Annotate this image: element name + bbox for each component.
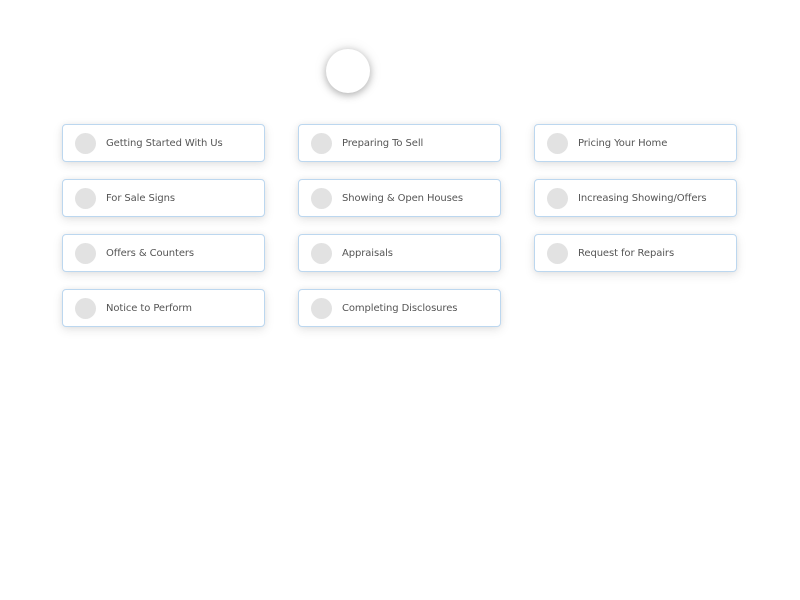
topic-dot-icon (75, 187, 96, 209)
topic-card-notice-to-perform[interactable]: Notice to Perform (62, 289, 265, 327)
topic-dot-icon (547, 132, 568, 154)
topic-label: Completing Disclosures (342, 302, 458, 314)
topic-grid: Getting Started With Us Preparing To Sel… (62, 124, 737, 327)
topic-card-completing-disclosures[interactable]: Completing Disclosures (298, 289, 501, 327)
topic-label: Request for Repairs (578, 247, 675, 259)
topic-label: Appraisals (342, 247, 393, 259)
topic-card-showing-open-houses[interactable]: Showing & Open Houses (298, 179, 501, 217)
topic-dot-icon (311, 242, 332, 264)
topic-dot-icon (547, 242, 568, 264)
topic-card-increasing-showing-offers[interactable]: Increasing Showing/Offers (534, 179, 737, 217)
topic-dot-icon (311, 132, 332, 154)
topic-dot-icon (75, 132, 96, 154)
topic-label: Pricing Your Home (578, 137, 668, 149)
topic-label: Offers & Counters (106, 247, 195, 259)
topic-label: Getting Started With Us (106, 137, 223, 149)
topic-dot-icon (547, 187, 568, 209)
topic-card-appraisals[interactable]: Appraisals (298, 234, 501, 272)
topic-dot-icon (75, 242, 96, 264)
topic-card-pricing-your-home[interactable]: Pricing Your Home (534, 124, 737, 162)
topic-card-for-sale-signs[interactable]: For Sale Signs (62, 179, 265, 217)
topic-label: For Sale Signs (106, 192, 176, 204)
page: Getting Started With Us Preparing To Sel… (0, 0, 800, 600)
topic-label: Preparing To Sell (342, 137, 424, 149)
topic-dot-icon (311, 187, 332, 209)
topic-card-offers-counters[interactable]: Offers & Counters (62, 234, 265, 272)
topic-label: Increasing Showing/Offers (578, 192, 707, 204)
topic-label: Showing & Open Houses (342, 192, 463, 204)
topic-card-getting-started[interactable]: Getting Started With Us (62, 124, 265, 162)
topic-dot-icon (75, 297, 96, 319)
topic-card-preparing-to-sell[interactable]: Preparing To Sell (298, 124, 501, 162)
topic-label: Notice to Perform (106, 302, 192, 314)
topic-dot-icon (311, 297, 332, 319)
hero-circle-button[interactable] (326, 49, 370, 93)
topic-card-request-for-repairs[interactable]: Request for Repairs (534, 234, 737, 272)
empty-grid-cell (534, 289, 737, 327)
